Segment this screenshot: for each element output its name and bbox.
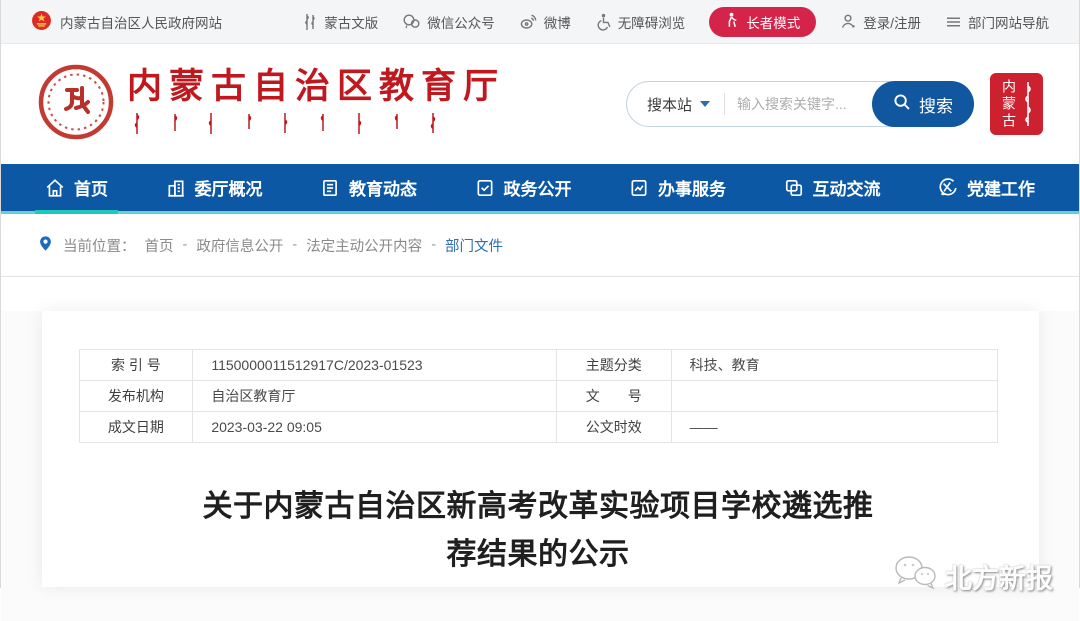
national-emblem-icon <box>31 10 52 34</box>
issuing-agency-value: 自治区教育厅 <box>193 381 557 412</box>
gov-portal-link[interactable]: 内蒙古自治区人民政府网站 <box>31 10 222 34</box>
news-list-icon <box>320 178 340 198</box>
service-form-icon <box>629 178 649 198</box>
doc-number-value <box>671 381 997 412</box>
nav-item-gov-info[interactable]: 政务公开 <box>475 164 572 211</box>
weibo-icon <box>519 13 538 30</box>
document-card: 索 引 号 1150000011512917C/2023-01523 主题分类 … <box>42 311 1039 587</box>
table-row: 发布机构 自治区教育厅 文 号 <box>79 381 997 412</box>
search-icon <box>893 93 911 116</box>
index-number-value: 1150000011512917C/2023-01523 <box>193 350 557 381</box>
top-utility-bar: 内蒙古自治区人民政府网站 蒙古文版 微信公众号 微博 无障碍浏览 <box>1 0 1079 44</box>
topic-category-value: 科技、教育 <box>671 350 997 381</box>
crumb-home[interactable]: 首页 <box>145 235 174 256</box>
breadcrumb: 当前位置： 首页 - 政府信息公开 - 法定主动公开内容 - 部门文件 <box>1 214 1079 277</box>
written-date-label: 成文日期 <box>79 412 193 443</box>
weibo-link[interactable]: 微博 <box>519 12 571 32</box>
nav-item-interaction[interactable]: 互动交流 <box>784 164 881 211</box>
document-info-table: 索 引 号 1150000011512917C/2023-01523 主题分类 … <box>79 349 998 443</box>
nav-item-home[interactable]: 首页 <box>45 164 108 211</box>
table-row: 索 引 号 1150000011512917C/2023-01523 主题分类 … <box>79 350 997 381</box>
document-check-icon <box>475 178 495 198</box>
site-header: 内蒙古自治区教育厅 搜本站 <box>1 44 1079 164</box>
chevron-down-icon <box>700 101 710 107</box>
crumb-gov-info[interactable]: 政府信息公开 <box>196 235 283 256</box>
mongolian-subtitle-icon <box>127 112 505 141</box>
brand-text: 内蒙古自治区教育厅 <box>127 67 505 140</box>
interaction-icon <box>784 178 804 198</box>
doc-number-label: 文 号 <box>556 381 671 412</box>
nav-item-party[interactable]: 党建工作 <box>938 164 1035 211</box>
dept-site-nav-link[interactable]: 部门网站导航 <box>945 12 1049 32</box>
home-icon <box>45 178 65 198</box>
table-row: 成文日期 2023-03-22 09:05 公文时效 —— <box>79 412 997 443</box>
nav-item-news[interactable]: 教育动态 <box>320 164 417 211</box>
header-search-area: 搜本站 搜索 内蒙古 <box>626 73 1043 135</box>
index-number-label: 索 引 号 <box>79 350 193 381</box>
party-emblem-icon <box>938 178 958 198</box>
site-logo[interactable]: 内蒙古自治区教育厅 <box>37 63 505 146</box>
breadcrumb-label: 当前位置： <box>63 235 136 256</box>
dept-seal-icon <box>37 63 115 146</box>
crumb-dept-documents[interactable]: 部门文件 <box>445 235 503 256</box>
location-pin-icon <box>37 234 54 257</box>
mongolian-script-icon <box>302 13 318 31</box>
nav-item-about[interactable]: 委厅概况 <box>166 164 263 211</box>
user-icon <box>840 13 857 30</box>
accessibility-link[interactable]: 无障碍浏览 <box>595 12 686 32</box>
topbar-links: 蒙古文版 微信公众号 微博 无障碍浏览 长者模式 <box>302 7 1049 37</box>
building-icon <box>166 178 186 198</box>
written-date-value: 2023-03-22 09:05 <box>193 412 557 443</box>
nav-item-services[interactable]: 办事服务 <box>629 164 726 211</box>
search-button[interactable]: 搜索 <box>872 81 974 127</box>
elder-icon <box>725 12 739 31</box>
issuing-agency-label: 发布机构 <box>79 381 193 412</box>
search-scope-select[interactable]: 搜本站 <box>627 94 724 115</box>
menu-list-icon <box>945 15 962 29</box>
wechat-official-link[interactable]: 微信公众号 <box>402 12 495 32</box>
login-register-link[interactable]: 登录/注册 <box>840 12 921 32</box>
validity-value: —— <box>671 412 997 443</box>
gov-portal-label: 内蒙古自治区人民政府网站 <box>60 12 222 32</box>
red-stamp-icon: 内蒙古 <box>990 73 1043 135</box>
mongolian-version-link[interactable]: 蒙古文版 <box>302 12 378 32</box>
article-title: 关于内蒙古自治区新高考改革实验项目学校遴选推荐结果的公示 <box>192 483 884 579</box>
search-bar: 搜本站 搜索 <box>626 81 974 127</box>
main-nav: 首页 委厅概况 教育动态 政务公开 办事服务 互动交流 党建工作 <box>1 164 1079 214</box>
site-title: 内蒙古自治区教育厅 <box>127 67 505 107</box>
topic-category-label: 主题分类 <box>556 350 671 381</box>
wechat-icon <box>402 13 421 30</box>
validity-label: 公文时效 <box>556 412 671 443</box>
crumb-statutory-disclosure[interactable]: 法定主动公开内容 <box>306 235 422 256</box>
accessibility-icon <box>595 13 612 31</box>
content-area: 索 引 号 1150000011512917C/2023-01523 主题分类 … <box>1 311 1079 621</box>
elder-mode-button[interactable]: 长者模式 <box>709 7 816 37</box>
